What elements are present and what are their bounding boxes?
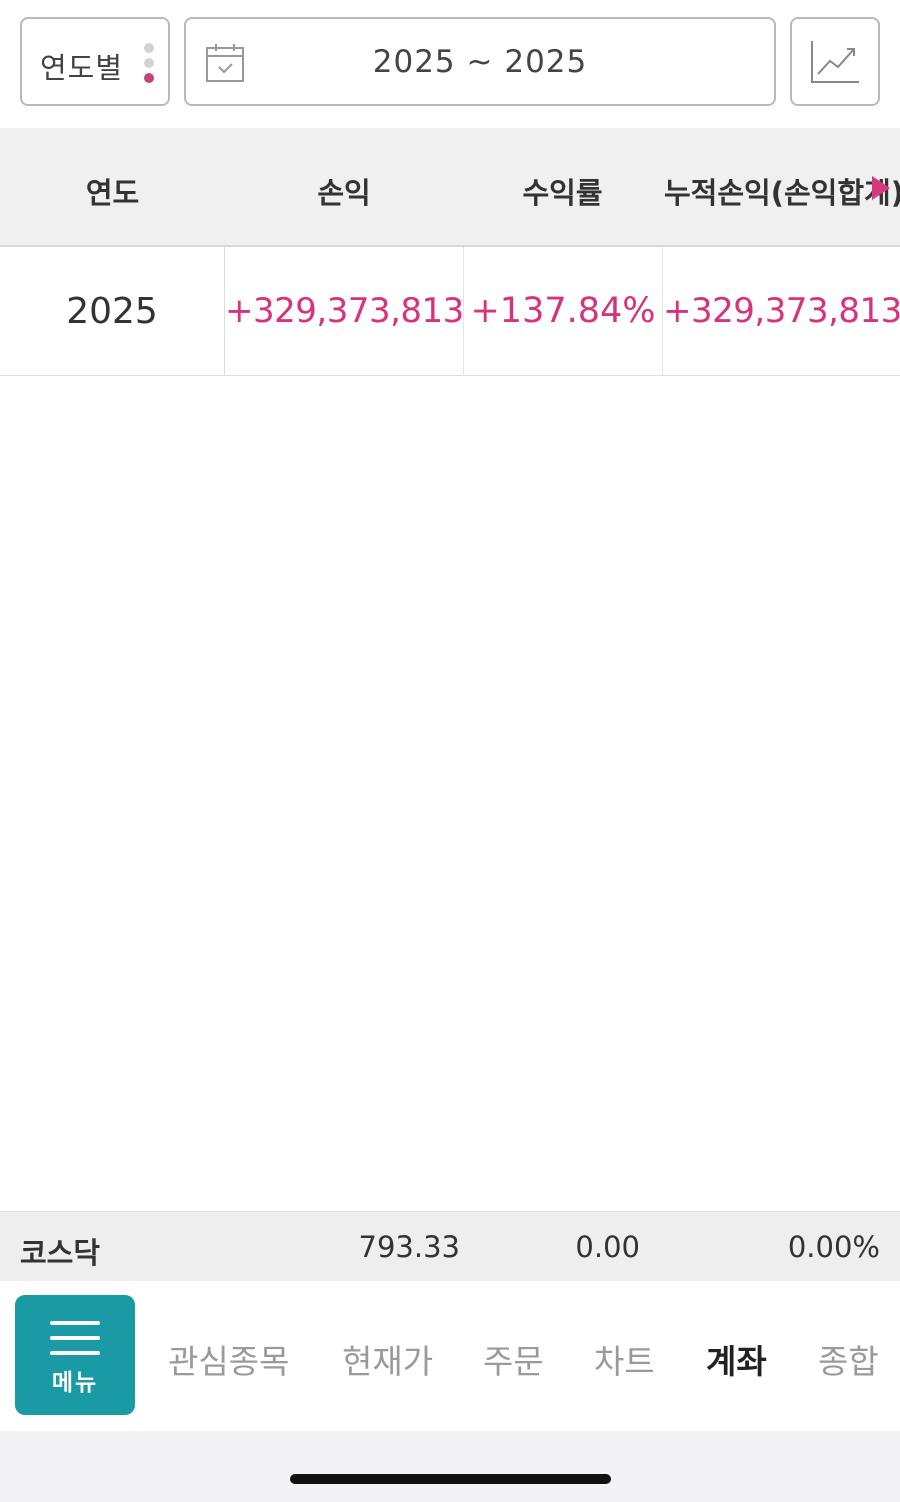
nav-item-current-price[interactable]: 현재가 [342, 1335, 433, 1383]
nav-item-order[interactable]: 주문 [483, 1335, 544, 1383]
scroll-right-arrow-icon[interactable] [872, 176, 890, 200]
nav-item-account[interactable]: 계좌 [706, 1335, 767, 1383]
index-value: 793.33 [358, 1230, 460, 1264]
cell-year: 2025 [0, 247, 225, 376]
bottom-navigation: 메뉴 관심종목 현재가 주문 차트 계좌 종합 [0, 1281, 900, 1431]
home-indicator[interactable] [290, 1474, 611, 1484]
filter-bar: 연도별 2025 ~ 2025 [0, 0, 900, 128]
home-indicator-area [0, 1431, 900, 1502]
screen: 연도별 2025 ~ 2025 연도 손익 수익률 누적손익(손익합계) 202… [0, 0, 900, 1502]
index-change: 0.00 [575, 1230, 640, 1264]
column-header-profit-loss[interactable]: 손익 [225, 170, 463, 212]
column-header-return-rate[interactable]: 수익률 [463, 170, 662, 212]
index-change-percent: 0.00% [787, 1230, 880, 1264]
column-header-cumulative[interactable]: 누적손익(손익합계) [664, 170, 900, 212]
column-header-year[interactable]: 연도 [0, 170, 225, 212]
line-chart-icon [811, 41, 859, 83]
cell-cumulative: +329,373,813 [663, 291, 900, 331]
menu-label: 메뉴 [51, 1370, 99, 1396]
table-row[interactable]: 2025 +329,373,813 +137.84% +329,373,813 [0, 247, 900, 376]
nav-item-chart[interactable]: 차트 [594, 1335, 655, 1383]
period-select[interactable]: 연도별 [20, 17, 170, 106]
more-dots-icon [144, 43, 154, 87]
nav-item-watchlist[interactable]: 관심종목 [168, 1335, 289, 1383]
date-range-text: 2025 ~ 2025 [372, 44, 588, 80]
date-range-picker[interactable]: 2025 ~ 2025 [184, 17, 776, 106]
cell-return-rate: +137.84% [464, 247, 663, 376]
chart-view-button[interactable] [790, 17, 880, 106]
table-header: 연도 손익 수익률 누적손익(손익합계) [0, 128, 900, 247]
nav-items: 관심종목 현재가 주문 차트 계좌 종합 [150, 1281, 888, 1431]
index-ticker[interactable]: 코스닥 793.33 0.00 0.00% [0, 1211, 900, 1281]
period-select-label: 연도별 [40, 51, 124, 85]
index-name: 코스닥 [20, 1236, 101, 1270]
nav-item-overview[interactable]: 종합 [818, 1335, 879, 1383]
menu-button[interactable]: 메뉴 [15, 1295, 135, 1415]
cell-profit-loss: +329,373,813 [225, 247, 464, 376]
